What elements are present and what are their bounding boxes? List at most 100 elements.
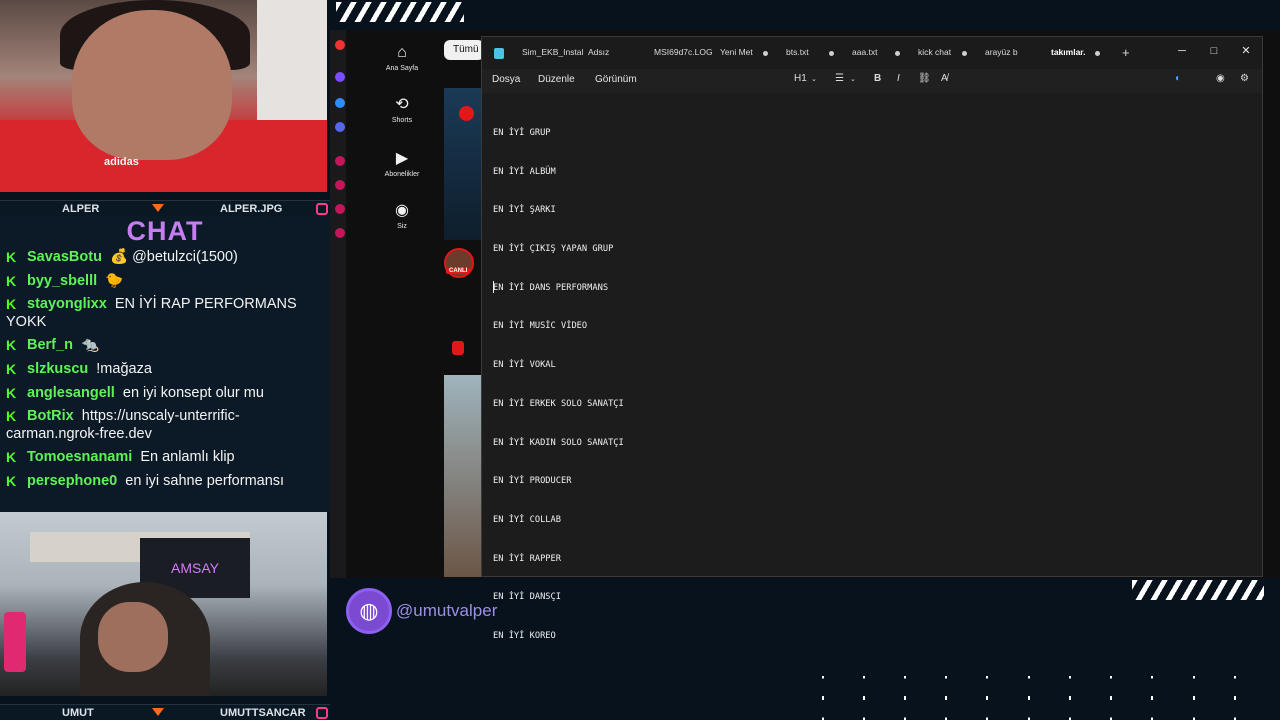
chat-message: Kbyy_sbelll 🐤	[0, 271, 330, 291]
eq-bar	[1151, 676, 1153, 720]
music-icon[interactable]	[335, 156, 345, 166]
text-line: EN İYİ RAPPER	[493, 553, 561, 564]
social-handle-box: ◍ @umutvalper	[346, 588, 497, 634]
globe-icon: ◍	[346, 588, 392, 634]
minimize-button[interactable]: ─	[1170, 41, 1194, 61]
chat-username: slzkuscu	[27, 361, 89, 377]
top-webcam: adidas	[0, 0, 327, 192]
link-icon[interactable]: ⛓	[918, 73, 931, 84]
sidebar-item-label: Siz	[397, 223, 407, 230]
top-cam-name-right: ALPER.JPG	[220, 202, 283, 215]
tab-msi-log[interactable]: MSI69d7c.LOG	[654, 47, 713, 57]
eq-bar	[1234, 676, 1236, 720]
eq-bar	[945, 676, 947, 720]
shorts-section-icon	[452, 341, 464, 355]
app-icon[interactable]	[335, 40, 345, 50]
sidebar-item-subscriptions[interactable]: ▶ Abonelikler	[376, 150, 428, 178]
list-icon[interactable]: ☰	[835, 73, 844, 84]
tab-kick-chat[interactable]: kick chat	[918, 47, 951, 57]
sidebar-item-label: Shorts	[391, 117, 413, 124]
menu-file[interactable]: Dosya	[492, 74, 520, 85]
unsaved-dot-icon	[763, 51, 768, 56]
instagram-icon	[316, 707, 328, 719]
account-icon[interactable]: ◉	[1216, 73, 1225, 84]
chat-message: K Berf_n 🐀	[0, 335, 330, 355]
eq-bar	[1028, 676, 1030, 720]
notepad-text-area[interactable]: EN İYİ GRUP EN İYİ ALBÜM EN İYİ ŞARKI EN…	[482, 93, 1262, 641]
webcam-pink-object	[4, 612, 26, 672]
twitch-icon[interactable]	[335, 72, 345, 82]
maximize-button[interactable]: □	[1202, 41, 1226, 61]
chat-text: 🐤	[105, 273, 124, 289]
shirt-logo: adidas	[104, 156, 139, 168]
sidebar-item-you[interactable]: ◉ Siz	[376, 202, 428, 230]
tab-arayuz[interactable]: arayüz b	[985, 47, 1018, 57]
discord-icon[interactable]	[335, 122, 345, 132]
kick-badge-icon: K	[6, 249, 17, 265]
kick-badge-icon: K	[6, 385, 17, 401]
text-line: EN İYİ ŞARKI	[493, 205, 556, 216]
chat-message: Kstayonglixx EN İYİ RAP PERFORMANS YOKK	[0, 295, 330, 331]
chat-text: 💰 @betulzci(1500)	[109, 249, 238, 265]
bottom-cam-name-bar: UMUT UMUTTSANCAR	[0, 704, 330, 720]
italic-button[interactable]: I	[897, 73, 900, 84]
chat-text: en iyi konsept olur mu	[122, 385, 264, 401]
gear-icon[interactable]: ⚙	[1240, 73, 1249, 84]
unsaved-dot-icon	[962, 51, 967, 56]
equalizer-bars	[810, 676, 1250, 720]
kick-badge-icon: K	[6, 473, 17, 489]
home-icon: ⌂	[397, 44, 407, 61]
sidebar-item-label: Ana Sayfa	[385, 65, 419, 72]
filter-chip-all[interactable]: Tümü	[444, 40, 484, 60]
tab-aaa[interactable]: aaa.txt	[852, 47, 878, 57]
text-line: EN İYİ GRUP	[493, 127, 551, 138]
orange-triangle-icon	[152, 204, 164, 212]
chat-username: Tomoesnanami	[27, 449, 133, 465]
kick-badge-icon: K	[6, 408, 17, 424]
chat-text: En anlamlı klip	[140, 449, 235, 465]
subscriptions-icon: ▶	[395, 150, 409, 167]
notepad-menu-bar: Dosya Düzenle Görünüm H1 ⌄ ☰ ⌄ B I ⛓ A̸ …	[482, 69, 1262, 93]
text-line: EN İYİ ALBÜM	[493, 166, 556, 177]
video-thumbnail[interactable]	[444, 375, 484, 577]
sidebar-item-label: Abonelikler	[384, 171, 420, 178]
chat-message-list: K SavasBotu 💰 @betulzci(1500) Kbyy_sbelll…	[0, 247, 330, 495]
bold-button[interactable]: B	[874, 73, 881, 84]
bottom-cam-name-left: UMUT	[62, 706, 94, 719]
chevron-down-icon: ⌄	[811, 76, 817, 83]
chat-message: Kslzkuscu !mağaza	[0, 359, 330, 379]
kick-badge-icon: K	[6, 337, 17, 353]
new-tab-button[interactable]: +	[1122, 45, 1130, 60]
tab-adsiz[interactable]: Adsız	[588, 47, 609, 57]
clock-icon[interactable]	[335, 204, 345, 214]
kick-badge-icon: K	[6, 449, 17, 465]
text-line: EN İYİ PRODUCER	[493, 476, 572, 487]
tab-takimlar[interactable]: takımlar.	[1051, 47, 1086, 57]
history-icon[interactable]	[335, 180, 345, 190]
live-badge: CANLI	[446, 268, 471, 274]
close-button[interactable]: ✕	[1234, 41, 1258, 61]
eq-bar	[822, 676, 824, 720]
tab-bts[interactable]: bts.txt	[786, 47, 809, 57]
copilot-icon[interactable]: ◐	[1175, 73, 1181, 84]
shorts-icon: ⟲	[395, 96, 409, 113]
chat-username: Berf_n	[27, 337, 73, 353]
tab-sim-ekb[interactable]: Sim_EKB_Instal	[522, 47, 583, 57]
messenger-icon[interactable]	[335, 98, 345, 108]
clear-format-icon[interactable]: A̸	[941, 73, 948, 84]
decor-stripes	[336, 2, 464, 22]
menu-view[interactable]: Görünüm	[595, 74, 637, 85]
sidebar-item-home[interactable]: ⌂ Ana Sayfa	[376, 44, 428, 72]
menu-edit[interactable]: Düzenle	[538, 74, 575, 85]
chevron-down-icon: ⌄	[850, 76, 856, 83]
notepad-tab-bar: Sim_EKB_Instal Adsız MSI69d7c.LOG Yeni M…	[482, 37, 1262, 69]
settings-icon[interactable]	[335, 228, 345, 238]
eq-bar	[1193, 676, 1195, 720]
notepad-window: Sim_EKB_Instal Adsız MSI69d7c.LOG Yeni M…	[481, 36, 1263, 641]
bottom-webcam: AMSAY	[0, 512, 327, 696]
chat-text: 🐀	[80, 337, 100, 353]
heading-dropdown[interactable]: H1	[794, 73, 807, 84]
chat-message: Kpersephone0 en iyi sahne performansı	[0, 471, 330, 491]
sidebar-item-shorts[interactable]: ⟲ Shorts	[376, 96, 428, 124]
tab-yeni-met[interactable]: Yeni Met	[720, 47, 753, 57]
